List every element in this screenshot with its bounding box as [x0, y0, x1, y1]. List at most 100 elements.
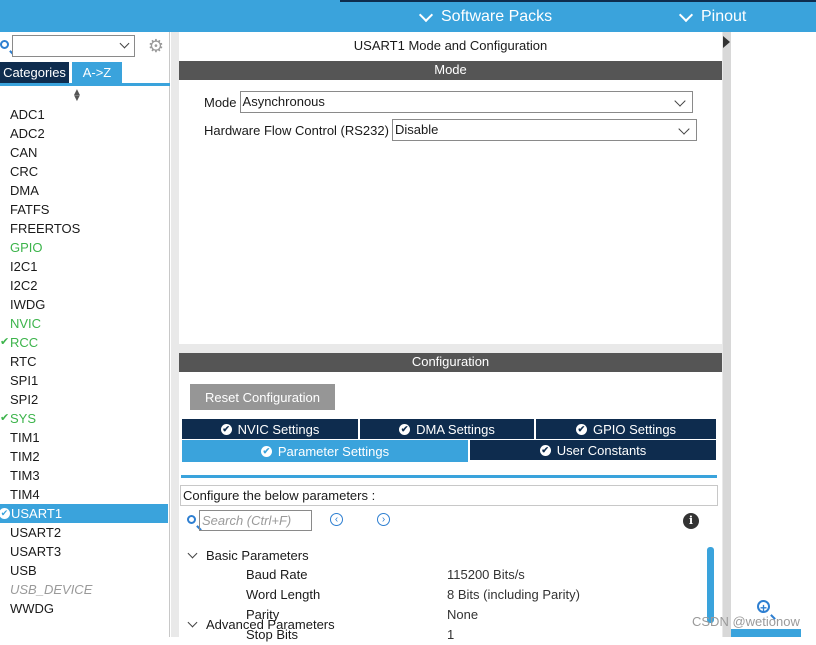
flow-control-field-row: Hardware Flow Control (RS232) Disable: [204, 119, 697, 141]
sidebar-item-label: SYS: [10, 411, 37, 426]
tab-nvic-settings[interactable]: ✔ NVIC Settings: [182, 419, 358, 439]
chevron-down-icon: [673, 95, 686, 107]
sidebar-item-rtc[interactable]: RTC: [0, 352, 170, 371]
sidebar-item-usb[interactable]: USB: [0, 561, 170, 580]
tab-label: Parameter Settings: [277, 443, 390, 459]
sidebar-item-tim1[interactable]: TIM1: [0, 428, 170, 447]
pinout-view: [731, 32, 816, 637]
sort-icon[interactable]: ▲ ▼: [72, 88, 82, 104]
zoom-in-icon[interactable]: +: [757, 600, 770, 614]
tab-a-to-z[interactable]: A->Z: [72, 62, 122, 83]
param-row[interactable]: Baud Rate 115200 Bits/s: [179, 565, 699, 585]
sidebar-item-usart2[interactable]: USART2: [0, 523, 170, 542]
sidebar-item-label: ADC1: [10, 107, 45, 122]
group-label: Advanced Parameters: [206, 616, 335, 632]
tab-categories[interactable]: Categories: [0, 62, 69, 83]
sidebar-item-label: TIM1: [10, 430, 40, 445]
tab-label: DMA Settings: [416, 421, 495, 437]
sidebar-item-tim3[interactable]: TIM3: [0, 466, 170, 485]
advanced-parameters-group[interactable]: Advanced Parameters: [187, 614, 335, 634]
configuration-section-header: Configuration: [179, 353, 722, 372]
flow-control-label: Hardware Flow Control (RS232): [204, 122, 389, 138]
configuration-panel: Configuration Reset Configuration ✔ NVIC…: [179, 353, 722, 642]
sidebar-item-usb-device[interactable]: USB_DEVICE: [0, 580, 170, 599]
collapse-arrow-icon[interactable]: [723, 36, 730, 48]
sidebar-item-label: I2C1: [10, 259, 38, 274]
info-icon[interactable]: i: [683, 513, 699, 529]
check-circle-icon: ✔: [260, 445, 272, 457]
sidebar-item-dma[interactable]: DMA: [0, 181, 170, 200]
sidebar-item-iwdg[interactable]: IWDG: [0, 295, 170, 314]
group-label: Basic Parameters: [206, 547, 309, 563]
check-icon: ✔: [0, 412, 10, 424]
sidebar-item-label: USB_DEVICE: [10, 582, 93, 597]
software-packs-label: Software Packs: [441, 8, 553, 25]
sidebar-item-label: I2C2: [10, 278, 38, 293]
parameter-search-input[interactable]: Search (Ctrl+F): [199, 510, 312, 531]
sidebar-item-sys[interactable]: ✔ SYS: [0, 409, 170, 428]
sidebar-item-nvic[interactable]: NVIC: [0, 314, 170, 333]
sidebar-item-adc2[interactable]: ADC2: [0, 124, 170, 143]
mode-field-row: Mode Asynchronous: [204, 91, 693, 113]
vertical-scrollbar[interactable]: [707, 547, 714, 623]
sidebar-item-crc[interactable]: CRC: [0, 162, 170, 181]
flow-control-select[interactable]: Disable: [391, 119, 697, 141]
sidebar-item-spi2[interactable]: SPI2: [0, 390, 170, 409]
search-icon: [187, 515, 196, 524]
sidebar-item-spi1[interactable]: SPI1: [0, 371, 170, 390]
sidebar-item-tim2[interactable]: TIM2: [0, 447, 170, 466]
tab-user-constants[interactable]: ✔ User Constants: [470, 440, 716, 460]
sidebar-item-label: FATFS: [10, 202, 50, 217]
sidebar-item-adc1[interactable]: ADC1: [0, 105, 170, 124]
sidebar-item-label: USART1: [11, 506, 63, 521]
sidebar-item-wwdg[interactable]: WWDG: [0, 599, 170, 618]
previous-result-icon[interactable]: ‹: [330, 513, 343, 526]
next-result-icon[interactable]: ›: [377, 513, 390, 526]
pinout-label: Pinout: [701, 8, 747, 25]
sidebar-item-gpio[interactable]: GPIO: [0, 238, 170, 257]
sidebar-item-label: USART2: [10, 525, 62, 540]
software-packs-menu[interactable]: Software Packs: [418, 6, 553, 28]
mode-select[interactable]: Asynchronous: [239, 91, 693, 113]
sidebar-item-label: TIM2: [10, 449, 40, 464]
tab-label: User Constants: [556, 442, 647, 458]
sidebar-item-label: CAN: [10, 145, 38, 160]
pinout-menu[interactable]: Pinout: [678, 6, 747, 28]
sidebar-item-tim4[interactable]: TIM4: [0, 485, 170, 504]
sidebar-item-label: GPIO: [10, 240, 43, 255]
pane-splitter[interactable]: [723, 32, 731, 637]
reset-configuration-button[interactable]: Reset Configuration: [190, 384, 335, 410]
top-divider: [340, 0, 816, 2]
sidebar-item-fatfs[interactable]: FATFS: [0, 200, 170, 219]
sidebar-item-can[interactable]: CAN: [0, 143, 170, 162]
tab-dma-settings[interactable]: ✔ DMA Settings: [360, 419, 534, 439]
tab-label: NVIC Settings: [237, 421, 320, 437]
check-icon: ✔: [0, 508, 10, 519]
zoom-bar: [731, 629, 801, 637]
chevron-down-icon: [418, 7, 434, 22]
sidebar-item-freertos[interactable]: FREERTOS: [0, 219, 170, 238]
sidebar-item-usart1[interactable]: ✔ USART1: [0, 504, 168, 523]
mode-label: Mode: [204, 94, 237, 110]
sidebar-item-rcc[interactable]: ✔ RCC: [0, 333, 170, 352]
sidebar-item-label: DMA: [10, 183, 39, 198]
basic-parameters-group[interactable]: Basic Parameters: [187, 545, 309, 565]
param-value: 8 Bits (including Parity): [447, 587, 580, 602]
tab-underline: [181, 475, 717, 478]
chevron-down-icon: [187, 617, 198, 627]
sidebar-item-i2c1[interactable]: I2C1: [0, 257, 170, 276]
sidebar-item-label: TIM3: [10, 468, 40, 483]
param-row[interactable]: Word Length 8 Bits (including Parity): [179, 585, 699, 605]
check-circle-icon: ✔: [575, 423, 587, 435]
sidebar-item-label: SPI1: [10, 373, 39, 388]
tab-gpio-settings[interactable]: ✔ GPIO Settings: [536, 419, 716, 439]
chevron-down-icon[interactable]: [119, 38, 130, 49]
sidebar-item-label: TIM4: [10, 487, 40, 502]
peripheral-list: ADC1 ADC2 CAN CRC DMA FATFS FREERTOS GPIO I2C1 I2…: [0, 105, 170, 618]
tab-parameter-settings[interactable]: ✔ Parameter Settings: [182, 440, 468, 462]
tab-label: GPIO Settings: [592, 421, 677, 437]
sidebar-search-input[interactable]: [12, 35, 135, 57]
sidebar-item-usart3[interactable]: USART3: [0, 542, 170, 561]
sidebar-item-i2c2[interactable]: I2C2: [0, 276, 170, 295]
gear-icon[interactable]: ⚙: [147, 37, 165, 55]
